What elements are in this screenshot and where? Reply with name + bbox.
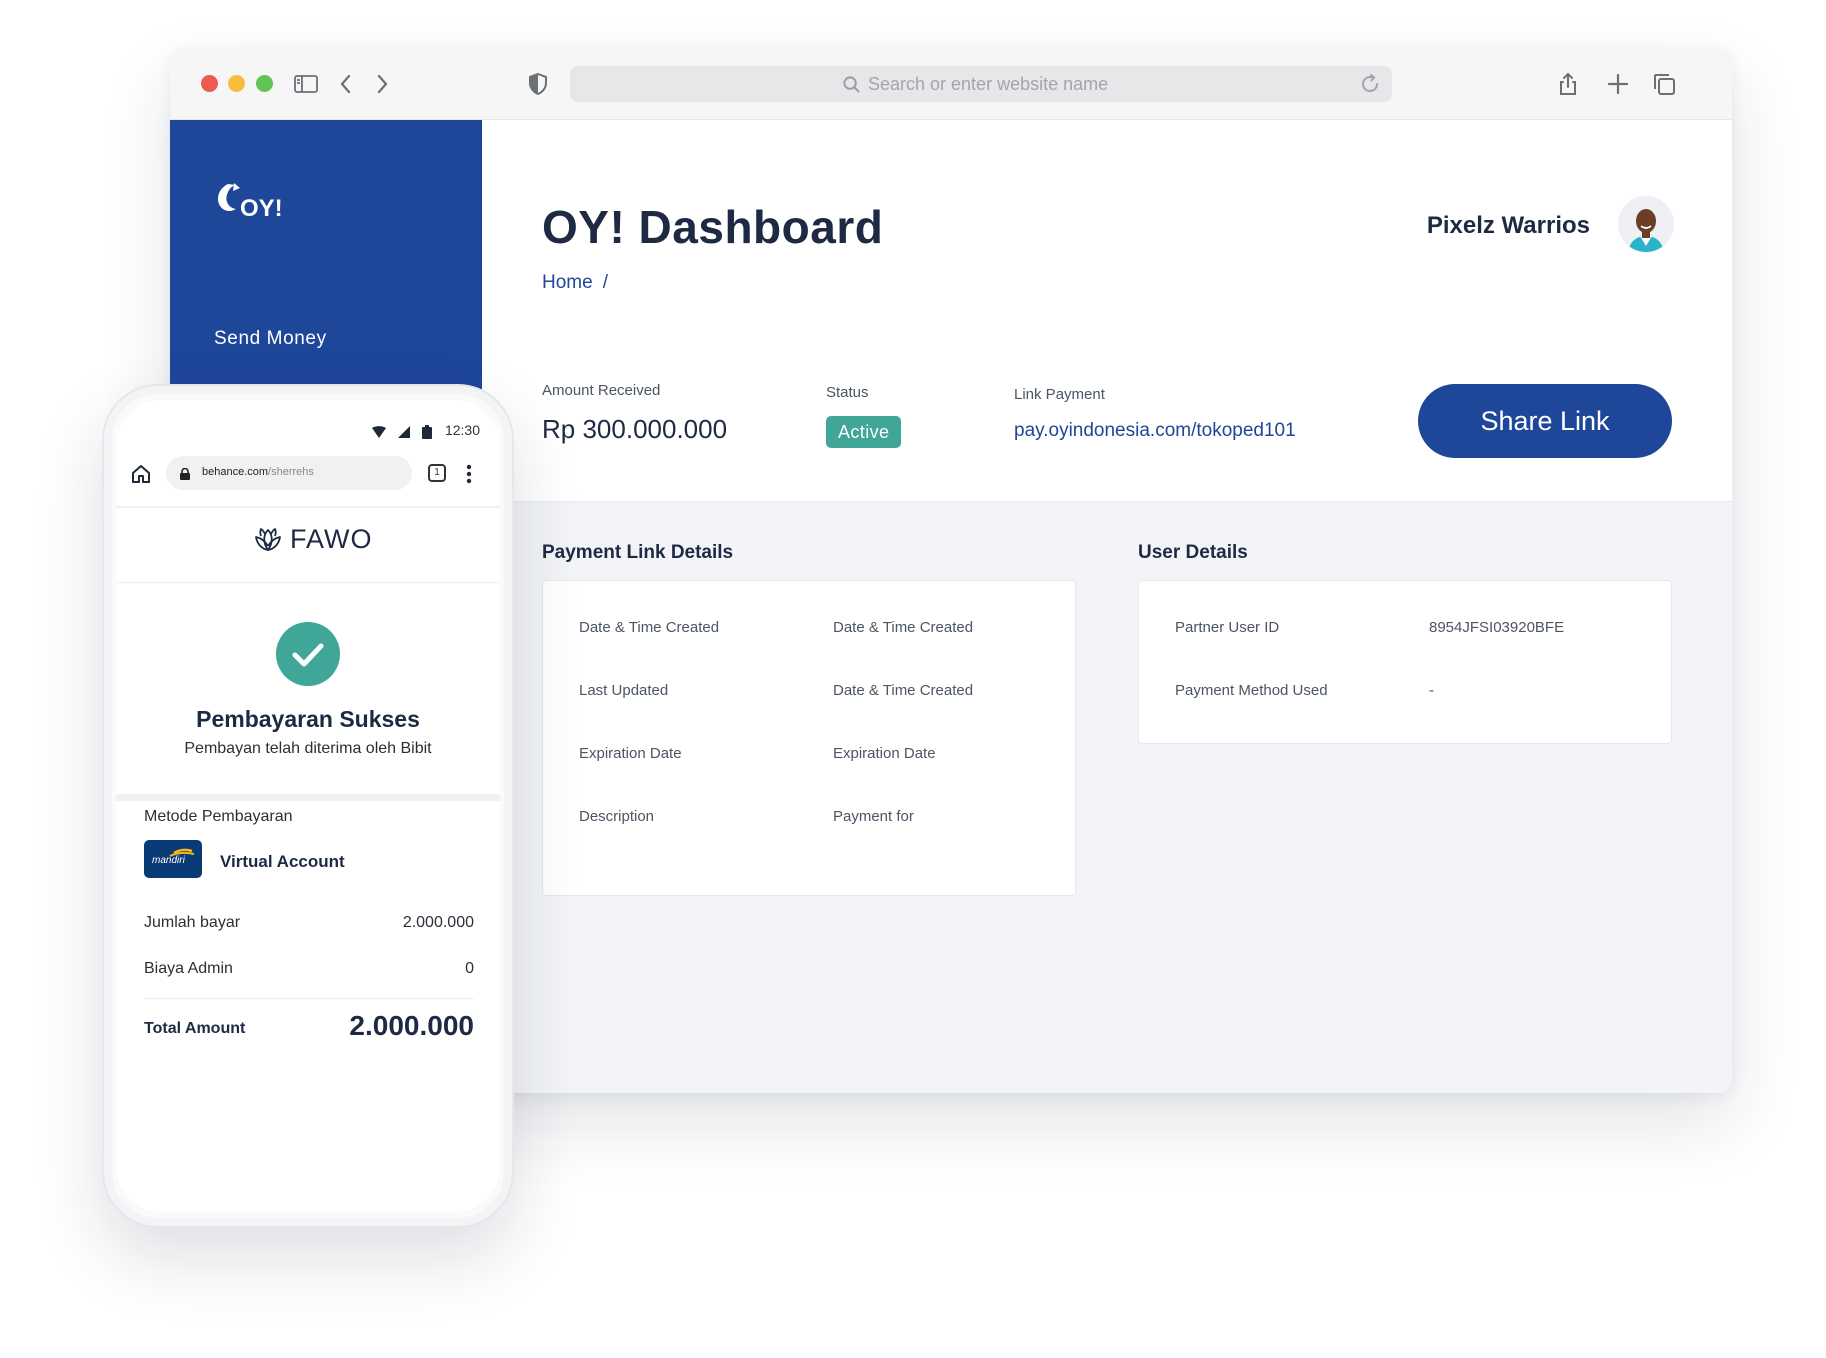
detail-value: Expiration Date: [833, 745, 936, 762]
jumlah-bayar-label: Jumlah bayar: [144, 914, 241, 931]
total-amount-label: Total Amount: [144, 1020, 246, 1037]
share-icon[interactable]: [1554, 70, 1582, 98]
detail-value: Payment for: [833, 808, 914, 825]
lotus-icon: [252, 526, 284, 556]
breadcrumb-separator: /: [602, 272, 608, 293]
signal-icon: [398, 426, 410, 438]
forward-icon[interactable]: [368, 70, 396, 98]
oy-logo[interactable]: OY!: [214, 180, 304, 224]
total-amount-value: 2.000.000: [349, 1010, 474, 1041]
dashboard-header: OY! Dashboard Home / Pixelz Warrios Amoun…: [482, 120, 1732, 502]
privacy-shield-icon[interactable]: [524, 70, 552, 98]
mobile-url-path: /sherrehs: [268, 466, 314, 478]
phone-mockup: 12:30 behance.com/sherrehs 1 FAWO Pembay…: [102, 384, 514, 1228]
detail-value: Date & Time Created: [833, 619, 974, 636]
fawo-brand: FAWO: [290, 524, 373, 554]
biaya-admin-value: 0: [465, 960, 474, 977]
more-vertical-icon[interactable]: [466, 463, 472, 485]
user-details-title: User Details: [1138, 542, 1248, 563]
avatar[interactable]: [1618, 196, 1674, 252]
mobile-url-domain: behance.com: [202, 466, 269, 478]
logo-text: OY!: [240, 195, 283, 222]
minimize-window-button[interactable]: [228, 75, 245, 92]
detail-label: Description: [579, 808, 655, 825]
home-icon[interactable]: [130, 463, 152, 485]
payment-method-value: Virtual Account: [220, 852, 345, 871]
battery-icon: [422, 425, 432, 439]
phone-screen: 12:30 behance.com/sherrehs 1 FAWO Pembay…: [116, 400, 500, 1212]
page-title: OY! Dashboard: [542, 201, 884, 253]
payment-link-details-title: Payment Link Details: [542, 542, 734, 563]
mobile-url-text: behance.com/sherrehs: [202, 466, 314, 478]
bank-name: mandiri: [152, 855, 185, 866]
detail-label: Expiration Date: [579, 745, 682, 762]
phone-time: 12:30: [444, 422, 480, 438]
divider: [144, 998, 474, 999]
wifi-icon: [372, 426, 386, 438]
maximize-window-button[interactable]: [256, 75, 273, 92]
breadcrumb-home-link[interactable]: Home: [542, 272, 593, 293]
mandiri-logo: mandiri: [144, 840, 202, 878]
divider: [116, 794, 500, 801]
status-badge: Active: [826, 416, 902, 448]
mobile-address-bar[interactable]: behance.com/sherrehs: [166, 456, 412, 490]
success-subtitle: Pembayan telah diterima oleh Bibit: [184, 740, 432, 757]
amount-received-value: Rp 300.000.000: [542, 414, 728, 444]
user-name[interactable]: Pixelz Warrios: [1427, 212, 1590, 240]
browser-toolbar: Search or enter website name: [170, 48, 1732, 120]
sidebar-toggle-icon[interactable]: [292, 70, 320, 98]
divider: [116, 506, 500, 508]
search-icon: [842, 75, 861, 94]
link-payment-url[interactable]: pay.oyindonesia.com/tokoped101: [1014, 420, 1296, 442]
detail-value: 8954JFSI03920BFE: [1429, 619, 1565, 636]
jumlah-bayar-value: 2.000.000: [402, 914, 474, 931]
reload-icon[interactable]: [1358, 72, 1382, 96]
detail-label: Payment Method Used: [1175, 682, 1328, 699]
divider: [116, 582, 500, 583]
success-check-icon: [276, 622, 340, 686]
breadcrumb: Home /: [542, 272, 608, 294]
share-link-button[interactable]: Share Link: [1418, 384, 1672, 458]
back-icon[interactable]: [332, 70, 360, 98]
close-window-button[interactable]: [201, 75, 218, 92]
detail-label: Last Updated: [579, 682, 669, 699]
tab-overview-icon[interactable]: [1650, 70, 1678, 98]
link-payment-label: Link Payment: [1014, 386, 1105, 403]
payment-link-details-card: Date & Time Created Date & Time Created …: [542, 580, 1076, 896]
success-title: Pembayaran Sukses: [196, 706, 420, 732]
amount-received-label: Amount Received: [542, 382, 661, 399]
detail-value: Date & Time Created: [833, 682, 974, 699]
tab-count-button[interactable]: 1: [428, 464, 446, 482]
payment-method-label: Metode Pembayaran: [144, 808, 293, 825]
new-tab-icon[interactable]: [1604, 70, 1632, 98]
sidebar-item-send-money[interactable]: Send Money: [214, 328, 327, 350]
address-bar[interactable]: Search or enter website name: [570, 66, 1392, 102]
detail-value: -: [1429, 682, 1434, 699]
detail-label: Date & Time Created: [579, 619, 720, 636]
status-label: Status: [826, 384, 869, 401]
user-details-card: Partner User ID 8954JFSI03920BFE Payment…: [1138, 580, 1672, 744]
detail-label: Partner User ID: [1175, 619, 1280, 636]
biaya-admin-label: Biaya Admin: [144, 960, 233, 977]
lock-icon: [180, 467, 190, 480]
address-placeholder: Search or enter website name: [868, 74, 1109, 94]
